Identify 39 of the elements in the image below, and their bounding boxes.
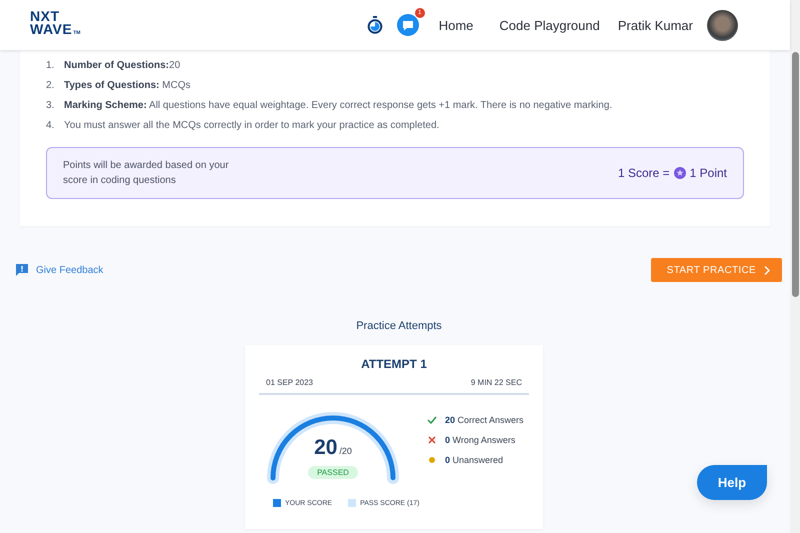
legend-swatch: [348, 499, 356, 507]
feedback-icon: [16, 264, 28, 276]
score-value: 20: [314, 436, 338, 460]
point-label: 1 Point: [690, 166, 727, 180]
section-title: Practice Attempts: [356, 320, 442, 332]
nav-link[interactable]: Code Playground: [493, 18, 606, 32]
cross-icon: [427, 436, 437, 444]
attempt-duration: 9 MIN 22 SEC: [470, 378, 522, 387]
coin-icon: [674, 167, 686, 179]
instruction-text: Number of Questions:20: [64, 60, 180, 70]
chat-button[interactable]: [396, 14, 419, 36]
legend-swatch: [273, 499, 281, 507]
give-feedback-link[interactable]: Give Feedback: [36, 264, 104, 276]
chevron-right-icon: [764, 266, 770, 274]
stopwatch-icon[interactable]: [366, 16, 383, 34]
list-number: 2.: [46, 80, 56, 90]
stat-text: 0 Unanswered: [445, 455, 504, 465]
dot-icon: [427, 456, 437, 464]
instruction-text: Types of Questions: MCQs: [64, 80, 190, 90]
list-number: 1.: [46, 60, 56, 70]
score-label: 1 Score =: [618, 166, 670, 180]
attempt-date: 01 SEP 2023: [266, 378, 314, 387]
check-icon: [427, 416, 437, 424]
instruction-text: Marking Scheme: All questions have equal weightage. Every correct response gets +1 mark. There is no negative marking.: [64, 100, 612, 110]
list-number: 3.: [46, 100, 56, 110]
status-badge: PASSED: [308, 466, 358, 479]
scrollbar[interactable]: [790, 0, 800, 533]
attempt-title: ATTEMPT 1: [360, 357, 428, 371]
user-name[interactable]: Pratik Kumar: [618, 18, 693, 32]
stat-text: 0 Wrong Answers: [445, 435, 516, 445]
points-note: Points will be awarded based on your score in coding questions: [63, 159, 230, 188]
stat-text: 20 Correct Answers: [445, 415, 524, 425]
avatar[interactable]: [707, 10, 738, 40]
score-total: /20: [339, 446, 352, 456]
chat-icon: [402, 20, 414, 30]
help-button[interactable]: Help: [697, 465, 767, 500]
instruction-text: You must answer all the MCQs correctly in order to mark your practice as completed.: [64, 120, 440, 130]
list-number: 4.: [46, 120, 56, 130]
nav-link[interactable]: Home: [432, 18, 480, 32]
